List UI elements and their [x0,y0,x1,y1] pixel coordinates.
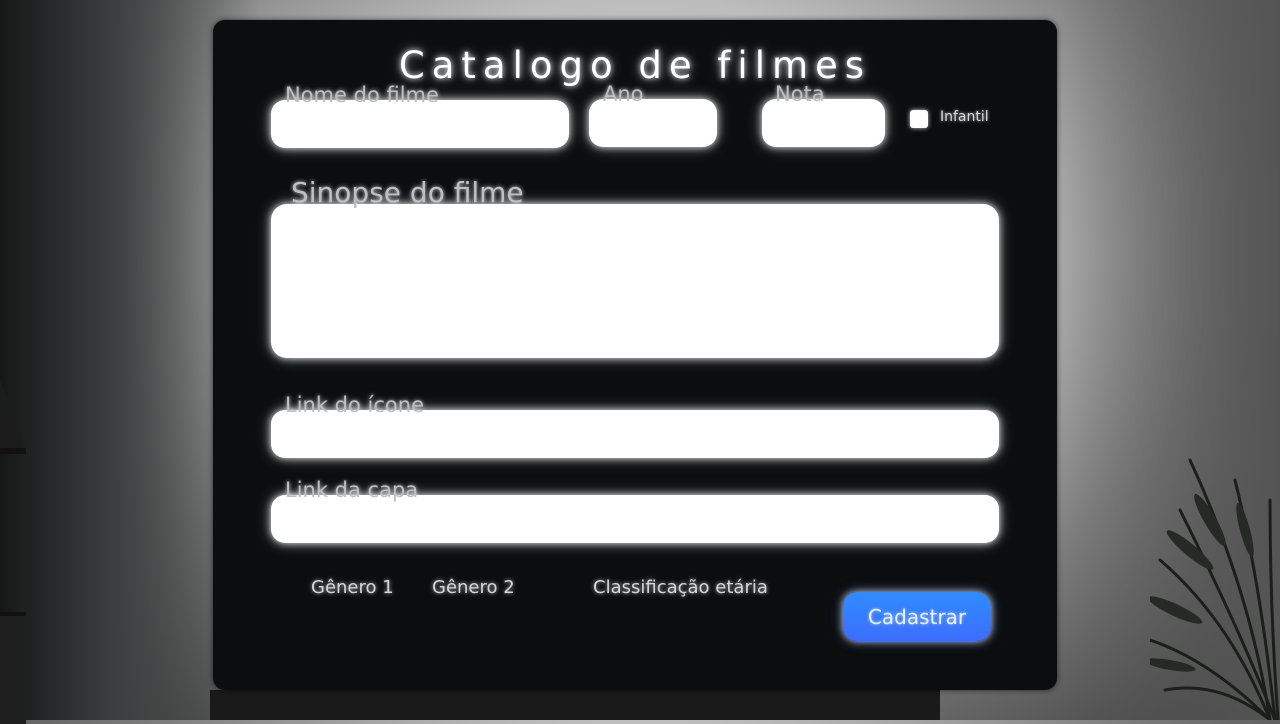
movie-name-input[interactable] [271,100,569,148]
icon-link-label: Link do ícone [285,393,424,417]
plant-image [1150,458,1280,720]
kids-checkbox[interactable] [910,110,928,128]
page-title: Catalogo de filmes [398,44,872,87]
icon-link-input[interactable] [271,410,999,458]
submit-button[interactable]: Cadastrar [843,592,991,641]
synopsis-label: Sinopse do filme [291,176,524,209]
rating-input[interactable] [762,99,885,147]
cover-link-input[interactable] [271,495,999,543]
genre2-select[interactable]: Gênero 2 [432,577,515,598]
cover-link-label: Link da capa [285,478,419,502]
genre1-select[interactable]: Gênero 1 [311,577,394,598]
tv-stand [210,690,940,720]
year-input[interactable] [589,99,717,147]
rating-label: Nota [775,82,825,106]
lamp-shade [0,380,26,450]
kids-checkbox-label: Infantil [940,109,989,125]
side-table [0,612,26,724]
year-label: Ano [603,82,644,106]
synopsis-textarea[interactable] [271,204,999,358]
age-rating-select[interactable]: Classificação etária [593,577,768,598]
lamp-base [0,448,26,454]
movie-name-label: Nome do filme [285,83,439,107]
